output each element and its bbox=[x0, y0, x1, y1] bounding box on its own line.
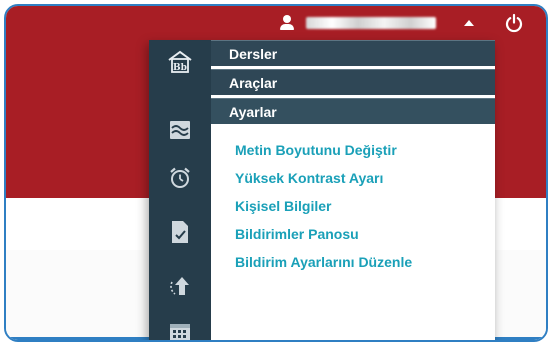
user-icon bbox=[280, 15, 294, 31]
menu-link-personal-info[interactable]: Kişisel Bilgiler bbox=[235, 198, 495, 214]
menu-column: Dersler Araçlar Ayarlar Metin Boyutunu D… bbox=[211, 40, 495, 340]
menu-link-edit-notification-settings[interactable]: Bildirim Ayarlarını Düzenle bbox=[235, 254, 495, 270]
menu-link-high-contrast[interactable]: Yüksek Kontrast Ayarı bbox=[235, 170, 495, 186]
settings-submenu: Metin Boyutunu Değiştir Yüksek Kontrast … bbox=[211, 124, 495, 270]
menu-link-notifications-dashboard[interactable]: Bildirimler Panosu bbox=[235, 226, 495, 242]
user-name-redacted bbox=[306, 17, 436, 29]
screenshot-frame: Bb Dersler Araçlar Ayarlar Metin Boyutun… bbox=[4, 4, 548, 342]
wave-grades-icon[interactable] bbox=[166, 116, 194, 144]
blackboard-home-icon[interactable]: Bb bbox=[166, 48, 194, 76]
document-check-icon[interactable] bbox=[166, 218, 194, 246]
icon-rail: Bb bbox=[149, 40, 211, 340]
home-logo-text: Bb bbox=[173, 63, 187, 73]
upload-arrow-icon[interactable] bbox=[166, 272, 194, 300]
menu-section-araclar[interactable]: Araçlar bbox=[211, 69, 495, 95]
calendar-icon[interactable] bbox=[166, 318, 194, 340]
menu-section-ayarlar[interactable]: Ayarlar bbox=[211, 98, 495, 124]
caret-up-icon[interactable] bbox=[464, 20, 474, 26]
user-dropdown-menu: Bb Dersler Araçlar Ayarlar Metin Boyutun… bbox=[149, 40, 495, 340]
user-menu-trigger[interactable] bbox=[272, 6, 494, 40]
menu-section-dersler[interactable]: Dersler bbox=[211, 40, 495, 66]
power-icon[interactable] bbox=[502, 11, 526, 35]
menu-link-text-size[interactable]: Metin Boyutunu Değiştir bbox=[235, 142, 495, 158]
alarm-clock-icon[interactable] bbox=[166, 164, 194, 192]
